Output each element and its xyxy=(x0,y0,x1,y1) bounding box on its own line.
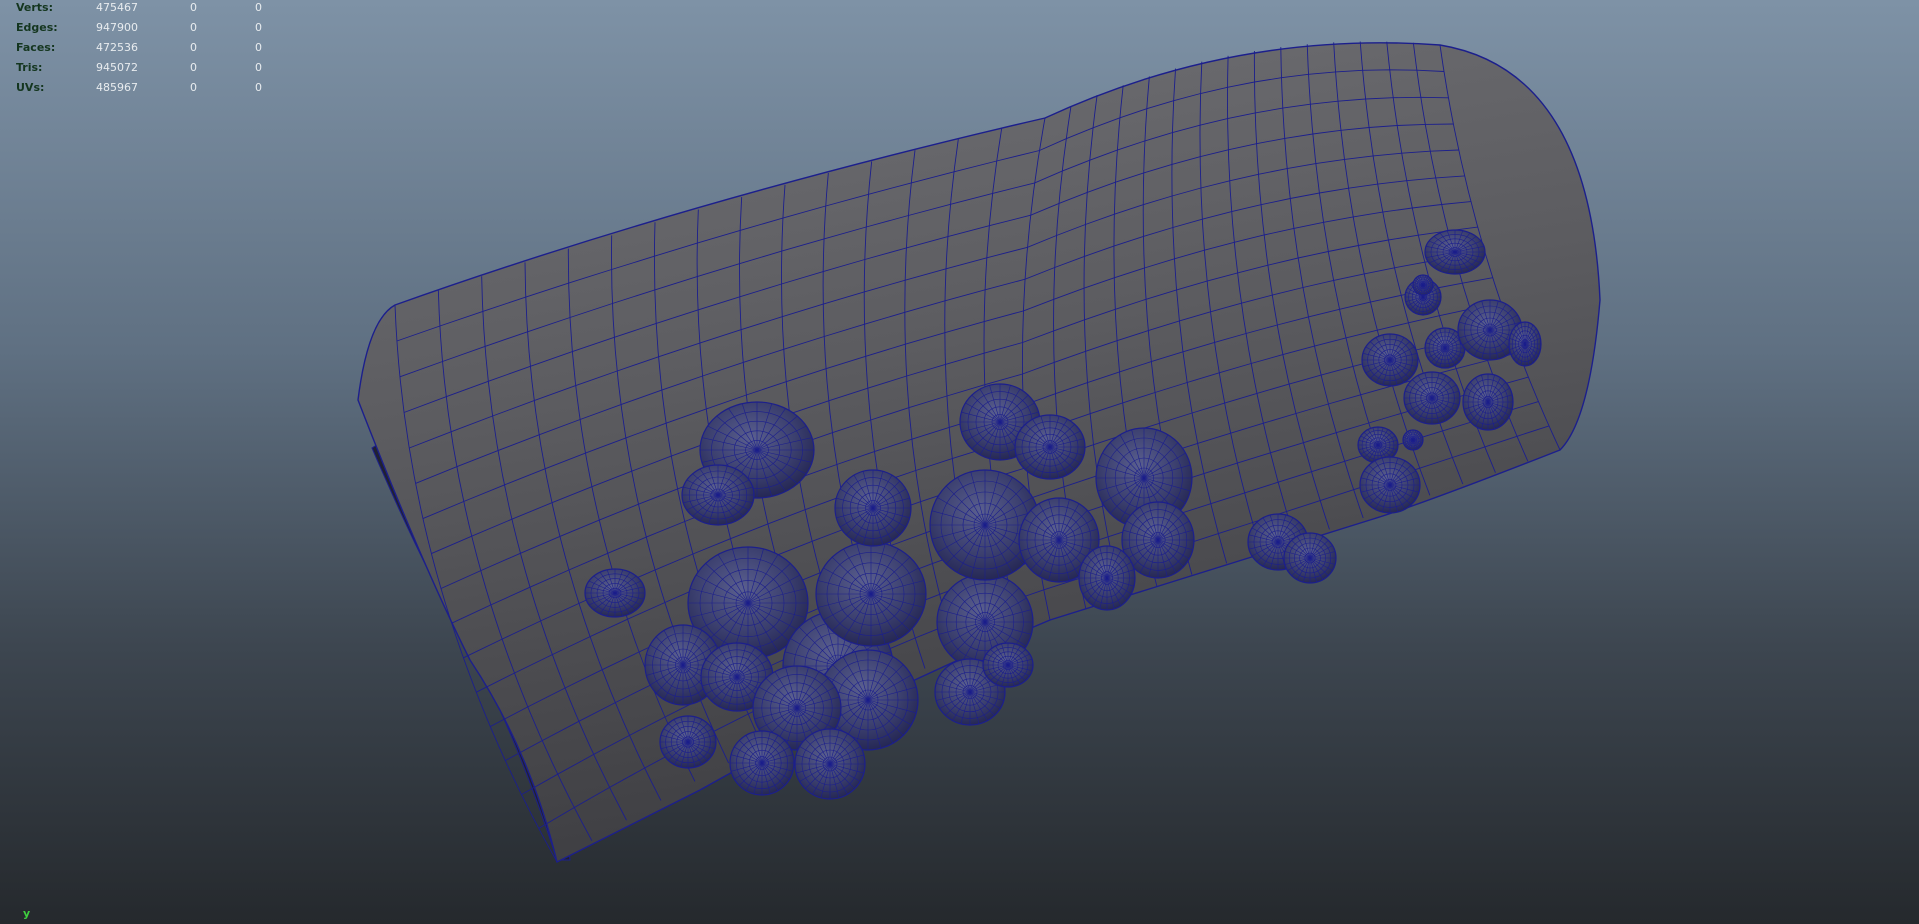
hud-component-value: 0 xyxy=(255,21,262,34)
hud-label: Verts: xyxy=(16,1,54,14)
hud-label: Faces: xyxy=(16,41,56,54)
hud-label: Tris: xyxy=(16,61,43,74)
mushroom-cap xyxy=(659,715,717,769)
mushroom-cap xyxy=(1402,429,1424,451)
hud-selected-value: 0 xyxy=(190,1,197,14)
hud-component-value: 0 xyxy=(255,81,262,94)
hud-total-value: 472536 xyxy=(96,41,138,54)
hud-component-value: 0 xyxy=(255,41,262,54)
mushroom-cap xyxy=(1283,532,1337,584)
mushroom-cap xyxy=(1462,373,1514,431)
mushroom-cap xyxy=(815,541,927,647)
mushroom-cap xyxy=(834,469,912,547)
viewport-3d[interactable] xyxy=(0,0,1919,924)
hud-label: Edges: xyxy=(16,21,58,34)
hud-total-value: 947900 xyxy=(96,21,138,34)
hud-selected-value: 0 xyxy=(190,61,197,74)
mushroom-cap xyxy=(1361,333,1419,387)
mushroom-cap xyxy=(729,730,795,796)
mushroom-cap xyxy=(1424,229,1486,275)
mushroom-cap xyxy=(982,642,1034,688)
hud-component-value: 0 xyxy=(255,1,262,14)
mushroom-cap xyxy=(584,568,646,618)
mushroom-cap xyxy=(794,728,866,800)
mushroom-cap xyxy=(1014,414,1086,480)
mushroom-cap xyxy=(1508,321,1542,367)
mushroom-cap xyxy=(1412,274,1434,296)
hud-selected-value: 0 xyxy=(190,41,197,54)
hud-total-value: 485967 xyxy=(96,81,138,94)
hud-total-value: 475467 xyxy=(96,1,138,14)
hud-selected-value: 0 xyxy=(190,81,197,94)
mushroom-cap xyxy=(1403,371,1461,425)
mushroom-cap xyxy=(1078,545,1136,611)
view-axis-indicator: y xyxy=(23,907,31,920)
hud-total-value: 945072 xyxy=(96,61,138,74)
hud-label: UVs: xyxy=(16,81,45,94)
hud-component-value: 0 xyxy=(255,61,262,74)
hud-selected-value: 0 xyxy=(190,21,197,34)
mushroom-cap xyxy=(681,464,755,526)
mushroom-cap xyxy=(1359,456,1421,514)
